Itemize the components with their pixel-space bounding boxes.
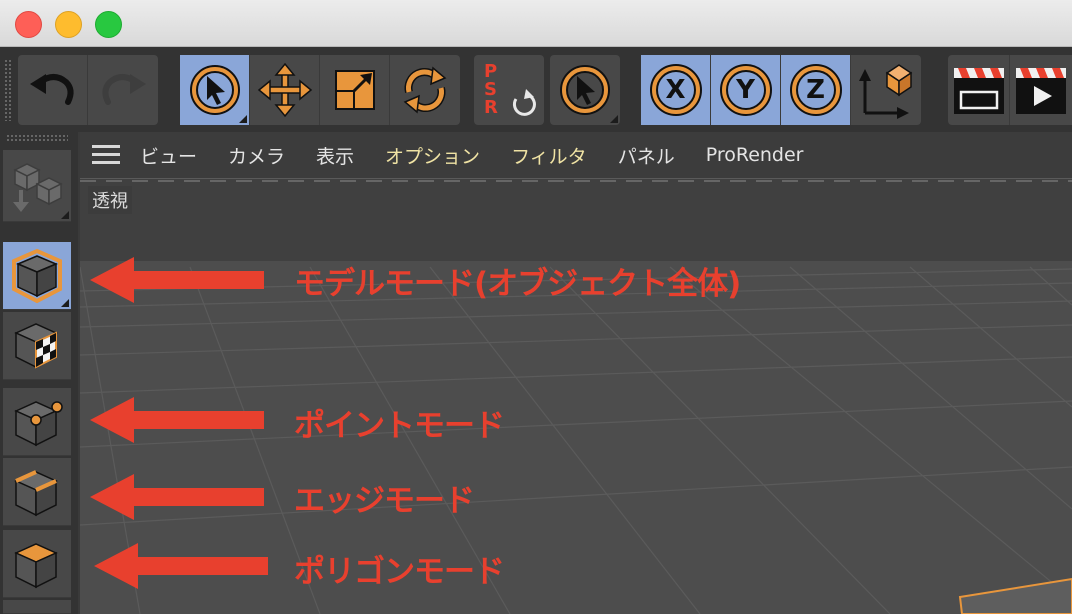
axis-y-button[interactable]: Y — [711, 55, 781, 125]
psr-group: P S R — [474, 55, 544, 125]
polygon-mode-button[interactable] — [3, 530, 71, 598]
main-toolbar: P S R X Y Z — [0, 47, 1072, 132]
psr-letters: P S R — [484, 63, 498, 117]
axis-y-label: Y — [736, 75, 755, 105]
maximize-window-button[interactable] — [95, 11, 122, 38]
move-icon — [257, 62, 312, 118]
menu-options[interactable]: オプション — [385, 142, 480, 169]
viewport-hamburger-icon[interactable] — [92, 145, 122, 165]
undo-icon — [29, 74, 74, 105]
redo-icon — [102, 74, 146, 105]
render-group — [948, 55, 1072, 125]
menu-filter[interactable]: フィルタ — [511, 142, 587, 169]
mode-palette — [0, 132, 78, 614]
model-mode-icon — [12, 248, 62, 303]
undo-button[interactable] — [18, 55, 88, 125]
annotation-edge-mode: エッジモード — [294, 483, 475, 519]
texture-mode-icon — [14, 322, 58, 369]
axis-y-icon: Y — [719, 64, 772, 116]
coordinate-system-button[interactable] — [851, 55, 921, 125]
rotate-icon — [403, 66, 447, 114]
render-picture-viewer-icon — [1016, 68, 1067, 114]
axis-x-label: X — [665, 75, 686, 105]
viewport-menubar: ビュー カメラ 表示 オプション フィルタ パネル ProRender — [80, 132, 1072, 179]
scale-tool-button[interactable] — [320, 55, 390, 125]
edge-mode-button[interactable] — [3, 458, 71, 526]
psr-reset-icon — [512, 89, 536, 116]
menu-camera[interactable]: カメラ — [228, 142, 285, 169]
select-tool-button[interactable] — [180, 55, 250, 125]
window-titlebar — [0, 0, 1072, 47]
make-editable-icon — [13, 162, 63, 212]
menu-display[interactable]: 表示 — [316, 142, 354, 169]
point-mode-button[interactable] — [3, 388, 71, 456]
toolbar-grip[interactable] — [4, 59, 12, 121]
live-select-corner — [610, 115, 618, 123]
menu-view[interactable]: ビュー — [140, 142, 197, 169]
axis-x-button[interactable]: X — [641, 55, 711, 125]
render-view-icon — [953, 68, 1004, 114]
minimize-window-button[interactable] — [55, 11, 82, 38]
model-mode-button[interactable] — [3, 242, 71, 310]
point-mode-icon — [14, 400, 63, 446]
polygon-mode-icon — [14, 542, 58, 588]
viewport-camera-label: 透視 — [88, 186, 132, 214]
render-picture-viewer-button[interactable] — [1010, 55, 1072, 125]
viewport-scene — [80, 179, 1072, 614]
annotation-point-mode: ポイントモード — [294, 408, 505, 444]
live-select-group — [550, 55, 620, 125]
psr-reset-button[interactable]: P S R — [474, 55, 544, 125]
axis-z-icon: Z — [789, 64, 842, 116]
redo-button[interactable] — [88, 55, 158, 125]
make-editable-button[interactable] — [3, 150, 71, 222]
undo-redo-group — [18, 55, 158, 125]
axis-x-icon: X — [649, 64, 702, 116]
model-mode-corner — [61, 299, 69, 307]
select-arrow-icon — [189, 65, 240, 115]
perspective-viewport[interactable]: ビュー カメラ 表示 オプション フィルタ パネル ProRender 透視 モ… — [80, 132, 1072, 614]
rotate-tool-button[interactable] — [390, 55, 460, 125]
live-select-button[interactable] — [550, 55, 620, 125]
live-select-icon — [560, 65, 610, 115]
scale-icon — [334, 70, 375, 110]
render-view-button[interactable] — [948, 55, 1011, 125]
palette-next-button[interactable] — [3, 600, 71, 614]
axis-z-button[interactable]: Z — [781, 55, 851, 125]
psr-letter-r: R — [484, 97, 498, 118]
move-tool-button[interactable] — [250, 55, 320, 125]
select-tool-corner — [239, 115, 247, 123]
edge-mode-icon — [14, 469, 58, 516]
make-editable-corner — [61, 211, 69, 219]
menu-panel[interactable]: パネル — [618, 142, 675, 169]
palette-grip[interactable] — [6, 134, 68, 142]
annotation-model-mode: モデルモード(オブジェクト全体) — [294, 266, 741, 302]
axis-lock-group: X Y Z — [641, 55, 921, 125]
axis-z-label: Z — [806, 75, 825, 105]
coordinate-system-icon — [859, 64, 913, 119]
annotation-polygon-mode: ポリゴンモード — [294, 554, 505, 590]
texture-mode-button[interactable] — [3, 312, 71, 380]
menu-prorender[interactable]: ProRender — [706, 144, 804, 166]
transform-tools-group — [180, 55, 460, 125]
close-window-button[interactable] — [15, 11, 42, 38]
